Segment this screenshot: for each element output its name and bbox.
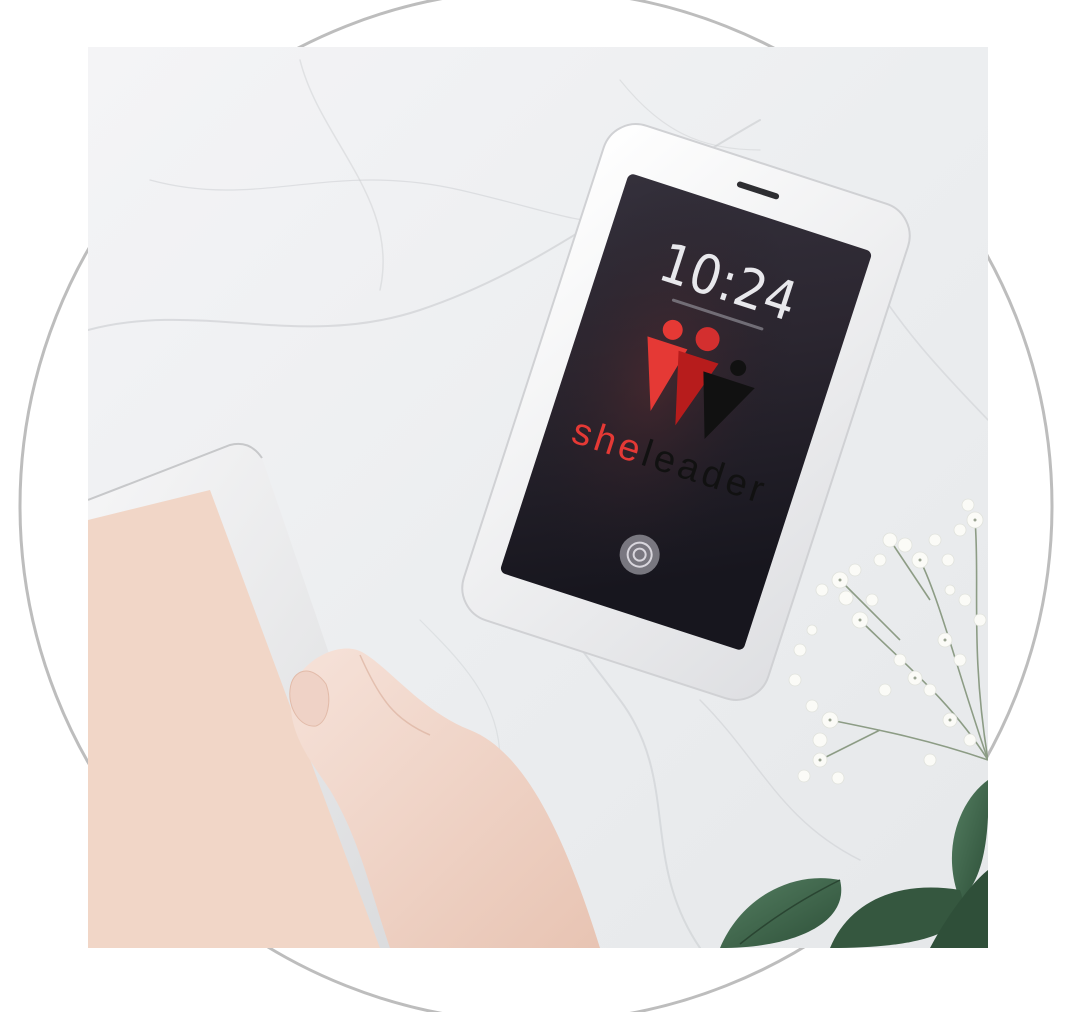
photo: 10:24 sheleader [88, 47, 988, 948]
photo-svg: 10:24 sheleader [18, 0, 1054, 1012]
photo-frame: 10:24 sheleader [0, 0, 1069, 1012]
